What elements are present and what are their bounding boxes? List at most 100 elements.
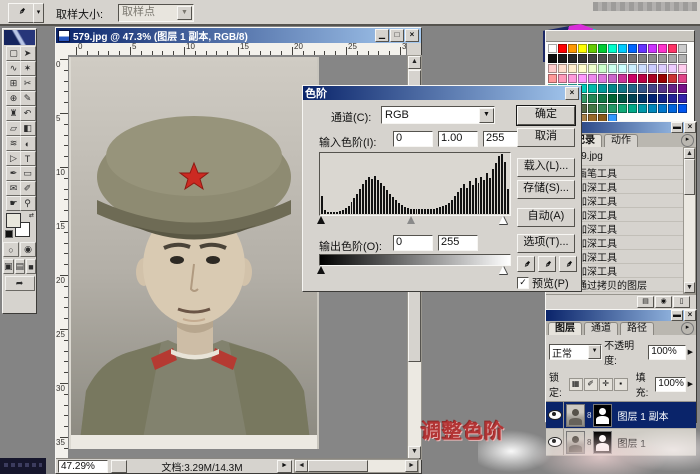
- color-swatch[interactable]: [608, 104, 617, 113]
- eyedropper-tool-button[interactable]: ✒: [8, 3, 34, 23]
- default-colors-icon[interactable]: [5, 230, 13, 238]
- photo[interactable]: [69, 57, 319, 449]
- history-scroll-thumb[interactable]: [684, 159, 695, 195]
- color-swatch[interactable]: [668, 54, 677, 63]
- zoom-tool-icon[interactable]: ⚲: [20, 196, 36, 211]
- history-brush-tool-icon[interactable]: ↶: [20, 106, 36, 121]
- quick-mask-mode-icon[interactable]: ◉: [20, 242, 36, 257]
- color-swatch[interactable]: [588, 104, 597, 113]
- status-menu-arrow-icon[interactable]: ►: [277, 460, 292, 473]
- gradient-tool-icon[interactable]: ◧: [20, 121, 36, 136]
- layers-titlebar[interactable]: ▬ ×: [546, 310, 696, 321]
- color-swatch[interactable]: [678, 94, 687, 103]
- dropdown-arrow-icon[interactable]: ▼: [177, 6, 192, 20]
- tab-layers[interactable]: 图层: [548, 322, 582, 335]
- save-button[interactable]: 存储(S)...: [517, 180, 575, 199]
- shape-tool-icon[interactable]: ▭: [20, 166, 36, 181]
- color-swatch[interactable]: [658, 104, 667, 113]
- swatches-tab-strip[interactable]: [546, 31, 694, 42]
- magic-wand-tool-icon[interactable]: ✶: [20, 61, 36, 76]
- color-swatch[interactable]: [678, 64, 687, 73]
- color-swatch[interactable]: [618, 94, 627, 103]
- doc-size-info[interactable]: 文档:3.29M/14.3M: [127, 459, 277, 474]
- color-swatch[interactable]: [558, 54, 567, 63]
- color-swatch[interactable]: [548, 54, 557, 63]
- color-swatch[interactable]: [588, 64, 597, 73]
- scroll-left-icon[interactable]: ◄: [295, 460, 308, 472]
- levels-titlebar[interactable]: 色阶 ×: [303, 86, 581, 100]
- midtone-slider[interactable]: [407, 216, 415, 224]
- tab-paths[interactable]: 路径: [620, 322, 654, 335]
- new-snapshot-icon[interactable]: ◉: [655, 296, 672, 308]
- input-gamma-field[interactable]: 1.00: [438, 131, 478, 147]
- color-swatch[interactable]: [578, 44, 587, 53]
- color-swatch[interactable]: [628, 54, 637, 63]
- color-swatch[interactable]: [618, 74, 627, 83]
- output-highlight-field[interactable]: 255: [438, 235, 478, 251]
- close-icon[interactable]: ×: [565, 87, 579, 100]
- color-swatch[interactable]: [638, 74, 647, 83]
- ok-button[interactable]: 确定: [517, 106, 575, 125]
- color-swatch[interactable]: [598, 44, 607, 53]
- color-swatch[interactable]: [658, 84, 667, 93]
- fill-arrow-icon[interactable]: ▶: [688, 380, 693, 388]
- channel-dropdown[interactable]: RGB ▼: [381, 106, 495, 124]
- color-swatch[interactable]: [598, 54, 607, 63]
- color-swatch[interactable]: [618, 54, 627, 63]
- color-swatch[interactable]: [658, 44, 667, 53]
- white-point-eyedropper-icon[interactable]: ✒: [559, 256, 577, 272]
- lock-position-icon[interactable]: ✛: [599, 378, 613, 391]
- color-swatch[interactable]: [628, 44, 637, 53]
- color-swatch[interactable]: [598, 64, 607, 73]
- color-swatch[interactable]: [598, 104, 607, 113]
- swap-colors-icon[interactable]: ⇄: [29, 212, 34, 219]
- color-swatch[interactable]: [648, 44, 657, 53]
- color-swatch[interactable]: [638, 94, 647, 103]
- highlight-slider[interactable]: [499, 216, 507, 224]
- load-button[interactable]: 载入(L)...: [517, 158, 575, 177]
- close-icon[interactable]: ×: [684, 122, 696, 133]
- color-swatch[interactable]: [568, 54, 577, 63]
- color-swatch[interactable]: [678, 44, 687, 53]
- color-swatch[interactable]: [588, 44, 597, 53]
- color-swatch[interactable]: [628, 74, 637, 83]
- color-swatch[interactable]: [658, 74, 667, 83]
- blend-mode-dropdown[interactable]: 正常 ▼: [549, 344, 602, 360]
- new-document-from-state-icon[interactable]: ▤: [637, 296, 654, 308]
- shadow-slider[interactable]: [317, 216, 325, 224]
- color-swatch[interactable]: [638, 44, 647, 53]
- color-swatch[interactable]: [678, 84, 687, 93]
- color-swatch[interactable]: [668, 84, 677, 93]
- color-swatch[interactable]: [608, 64, 617, 73]
- opacity-field[interactable]: 100%: [648, 345, 685, 360]
- adobe-logo[interactable]: [4, 30, 35, 45]
- color-swatch[interactable]: [608, 54, 617, 63]
- cancel-button[interactable]: 取消: [517, 128, 575, 147]
- color-swatch[interactable]: [678, 54, 687, 63]
- move-tool-icon[interactable]: ➤: [20, 46, 36, 61]
- color-swatch[interactable]: [678, 104, 687, 113]
- type-tool-icon[interactable]: T: [20, 151, 36, 166]
- scroll-up-icon[interactable]: ▲: [684, 148, 695, 159]
- sample-size-dropdown[interactable]: 取样点 ▼: [118, 4, 194, 22]
- color-swatch[interactable]: [578, 74, 587, 83]
- slice-tool-icon[interactable]: ✂: [20, 76, 36, 91]
- color-swatch[interactable]: [638, 54, 647, 63]
- color-swatch[interactable]: [638, 64, 647, 73]
- color-swatch[interactable]: [588, 84, 597, 93]
- color-swatch[interactable]: [548, 74, 557, 83]
- gray-point-eyedropper-icon[interactable]: ✒: [538, 256, 556, 272]
- zoom-field[interactable]: 47.29%: [58, 460, 108, 473]
- color-swatch[interactable]: [558, 74, 567, 83]
- color-swatch[interactable]: [608, 44, 617, 53]
- color-swatch[interactable]: [648, 54, 657, 63]
- color-swatch[interactable]: [628, 104, 637, 113]
- color-swatch[interactable]: [668, 104, 677, 113]
- color-swatch[interactable]: [598, 94, 607, 103]
- standard-mode-icon[interactable]: ○: [3, 242, 19, 257]
- color-swatch[interactable]: [568, 44, 577, 53]
- color-swatch[interactable]: [628, 64, 637, 73]
- color-swatch[interactable]: [668, 44, 677, 53]
- output-shadow-field[interactable]: 0: [393, 235, 433, 251]
- standard-screen-icon[interactable]: ▣: [3, 259, 14, 274]
